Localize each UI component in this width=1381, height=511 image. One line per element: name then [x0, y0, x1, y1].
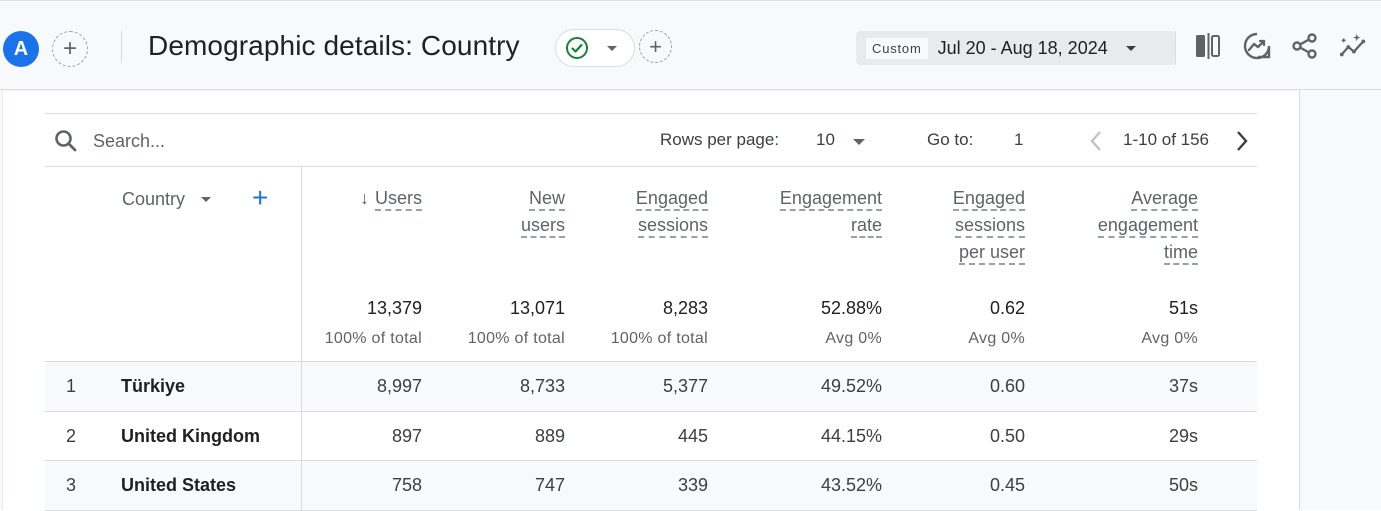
report-header: A + Demographic details: Country + Custo…: [0, 0, 1381, 90]
goto-label: Go to:: [927, 130, 974, 149]
metric-cell: 889: [534, 425, 565, 446]
metric-column-header[interactable]: Average engagement time 51s Avg 0%: [1038, 167, 1198, 362]
metric-cell: 758: [391, 475, 422, 495]
metric-total-subtext: Avg 0%: [968, 330, 1025, 347]
report-status-dropdown[interactable]: [555, 29, 635, 67]
metric-label[interactable]: Engaged sessions per user: [825, 185, 1025, 266]
avatar-letter: A: [13, 37, 29, 60]
country-name[interactable]: Türkiye: [121, 376, 185, 397]
chevron-down-icon[interactable]: [853, 139, 865, 145]
date-preset-label: Custom: [866, 37, 928, 59]
metric-total-subtext: Avg 0%: [1141, 330, 1198, 347]
metric-total: 51s: [1168, 298, 1198, 318]
country-name[interactable]: United States: [121, 475, 236, 496]
left-edge: [0, 90, 3, 510]
metric-cell: 8,733: [519, 376, 565, 396]
table-header: Country + ↓ Users 13,379 100% of total New us…: [45, 167, 1257, 362]
chevron-down-icon: [607, 45, 617, 51]
metric-label-line: engagement: [1097, 215, 1198, 238]
header-divider: [121, 31, 122, 63]
metric-cell: 0.60: [989, 376, 1025, 396]
metric-label-line: time: [1163, 242, 1198, 265]
page-title: Demographic details: Country: [148, 30, 520, 61]
add-filter-button[interactable]: +: [639, 30, 672, 63]
row-rank: 3: [66, 475, 77, 495]
metric-label[interactable]: Engaged sessions: [508, 185, 708, 239]
dimension-selector[interactable]: Country: [122, 189, 212, 210]
metric-total: 8,283: [662, 298, 708, 318]
metric-cell: 8,997: [376, 376, 422, 396]
metric-total: 0.62: [989, 298, 1025, 318]
metric-cell: 44.15%: [820, 425, 882, 446]
header-divider: [1175, 31, 1176, 65]
table-row[interactable]: 1 Türkiye 8,997 8,733 5,377 49.52% 0.60 37s: [45, 362, 1257, 412]
insights-button[interactable]: [1242, 31, 1272, 61]
rows-per-page-select[interactable]: 10: [816, 130, 835, 150]
row-rank: 2: [66, 425, 77, 446]
sparkle-trend-icon: [1339, 33, 1366, 57]
metric-cell: 747: [534, 475, 565, 495]
date-range-text: Jul 20 - Aug 18, 2024: [937, 37, 1108, 58]
plus-icon: +: [649, 33, 662, 59]
chevron-down-icon: [1125, 45, 1136, 51]
right-side-panel: [1299, 90, 1381, 510]
next-page-button[interactable]: [1232, 128, 1252, 154]
metric-cell: 0.45: [989, 475, 1025, 495]
comparison-avatar[interactable]: A: [3, 31, 39, 67]
chevron-left-icon: [1090, 131, 1101, 151]
add-comparison-button[interactable]: +: [52, 31, 88, 67]
metric-total-subtext: 100% of total: [610, 330, 708, 347]
compare-icon: [1196, 33, 1220, 59]
pagination-range: 1-10 of 156: [1123, 130, 1210, 149]
plus-icon: +: [62, 35, 77, 62]
metric-cell: 29s: [1168, 425, 1198, 446]
search-icon: [55, 130, 77, 152]
country-table: Country + ↓ Users 13,379 100% of total New us…: [45, 167, 1257, 511]
rows-per-page-label: Rows per page:: [660, 130, 780, 149]
metric-label[interactable]: Average engagement time: [998, 185, 1198, 266]
table-toolbar: Rows per page: 10 Go to: 1 1-10 of 156: [45, 113, 1257, 167]
previous-page-button[interactable]: [1086, 128, 1106, 154]
metric-cell: 43.52%: [820, 475, 882, 495]
metric-cell: 0.50: [989, 425, 1025, 446]
dimension-column-divider: [301, 167, 302, 510]
metric-cell: 37s: [1168, 376, 1198, 396]
metric-cell: 445: [677, 425, 708, 446]
table-body: 1 Türkiye 8,997 8,733 5,377 49.52% 0.60 37s 2 Uni…: [45, 362, 1257, 511]
metric-cell: 50s: [1168, 475, 1198, 495]
share-button[interactable]: [1290, 31, 1320, 61]
metric-cell: 339: [677, 475, 708, 495]
metric-cell: 49.52%: [820, 376, 882, 396]
intelligence-button[interactable]: [1338, 31, 1368, 61]
share-icon: [1292, 33, 1317, 59]
chevron-down-icon: [201, 197, 212, 202]
table-row[interactable]: 3 United States 758 747 339 43.52% 0.45 50s: [45, 461, 1257, 511]
insights-icon: [1243, 32, 1271, 60]
dimension-label: Country: [122, 189, 186, 209]
table-row[interactable]: 2 United Kingdom 897 889 445 44.15% 0.50 29s: [45, 412, 1257, 461]
metric-label-line: Average: [1131, 188, 1198, 211]
goto-page-input[interactable]: 1: [1014, 130, 1023, 150]
metric-cell: 5,377: [662, 376, 708, 396]
search-input[interactable]: [93, 128, 393, 154]
country-name[interactable]: United Kingdom: [121, 426, 260, 447]
compare-button[interactable]: [1193, 31, 1223, 61]
date-range-picker[interactable]: Custom Jul 20 - Aug 18, 2024: [856, 31, 1175, 65]
metric-cell: 897: [391, 425, 422, 446]
check-circle-icon: [566, 37, 588, 59]
chevron-right-icon: [1237, 131, 1248, 151]
row-rank: 1: [66, 376, 77, 396]
